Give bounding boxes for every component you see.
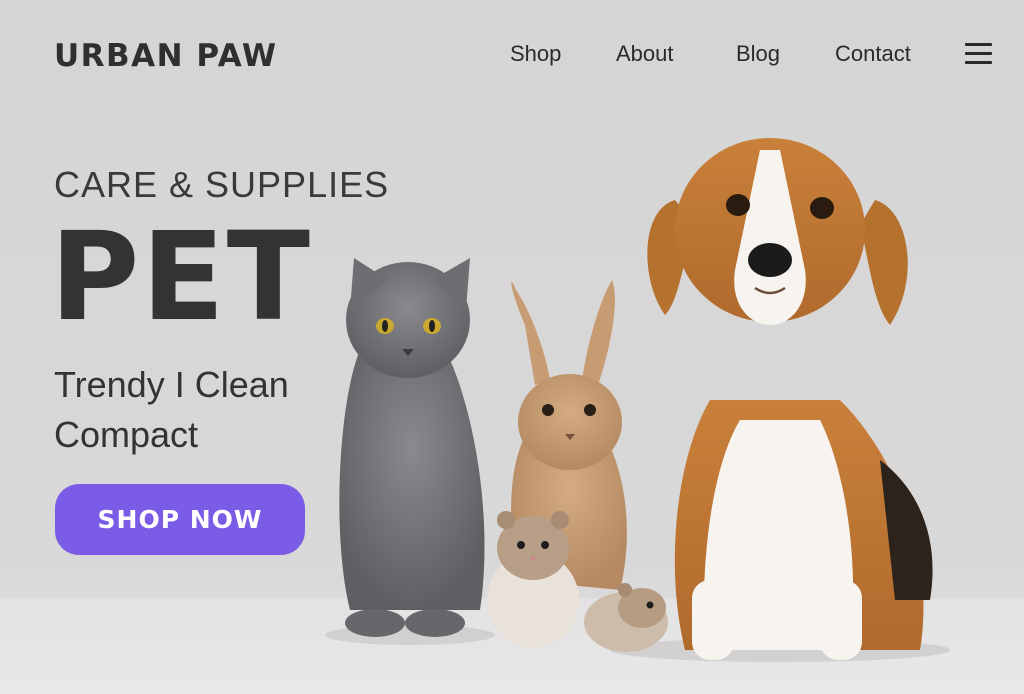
beagle-figure [647,138,933,660]
tagline-line-1: Trendy I Clean [54,364,289,405]
hamster-figure [584,583,668,652]
hamburger-menu-icon[interactable] [965,43,992,65]
hero-tagline: Trendy I Clean Compact [54,360,354,460]
shop-now-button[interactable]: SHOP NOW [55,484,305,555]
main-nav: Shop About Blog Contact [0,41,1024,71]
pets-group-image [325,138,950,662]
tagline-line-2: Compact [54,414,199,455]
nav-link-shop[interactable]: Shop [510,41,561,67]
cat-figure [339,258,485,637]
nav-link-about[interactable]: About [616,41,674,67]
nav-link-contact[interactable]: Contact [835,41,911,67]
nav-link-blog[interactable]: Blog [736,41,780,67]
hero-headline: PET [50,206,312,348]
